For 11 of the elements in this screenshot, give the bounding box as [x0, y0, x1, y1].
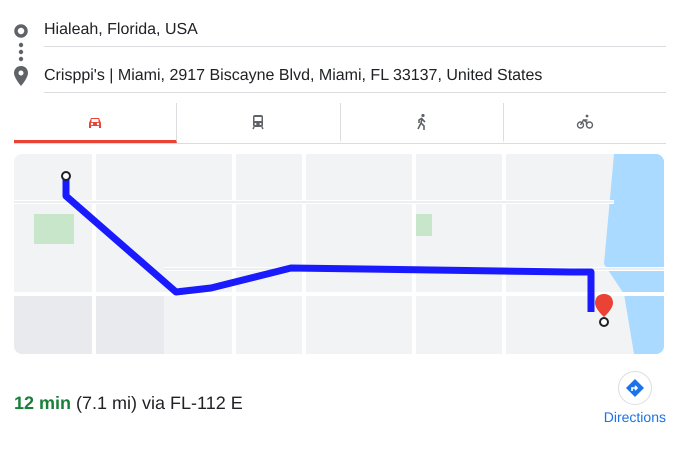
destination-field[interactable]: Crisppi's | Miami, 2917 Biscayne Blvd, Miami, FL 33137, United States	[44, 60, 666, 93]
dots-icon	[18, 41, 24, 63]
directions-button[interactable]	[618, 371, 652, 405]
directions-icon	[624, 378, 645, 398]
origin-field[interactable]: Hialeah, Florida, USA	[44, 14, 666, 47]
directions-link[interactable]: Directions	[604, 409, 666, 425]
pin-icon	[14, 66, 28, 86]
origin-icon	[14, 24, 28, 38]
travel-mode-tab[interactable]	[14, 103, 178, 143]
route-summary: 12 min (7.1 mi) via FL-112 E	[14, 393, 243, 414]
bicycle-icon	[574, 112, 595, 132]
